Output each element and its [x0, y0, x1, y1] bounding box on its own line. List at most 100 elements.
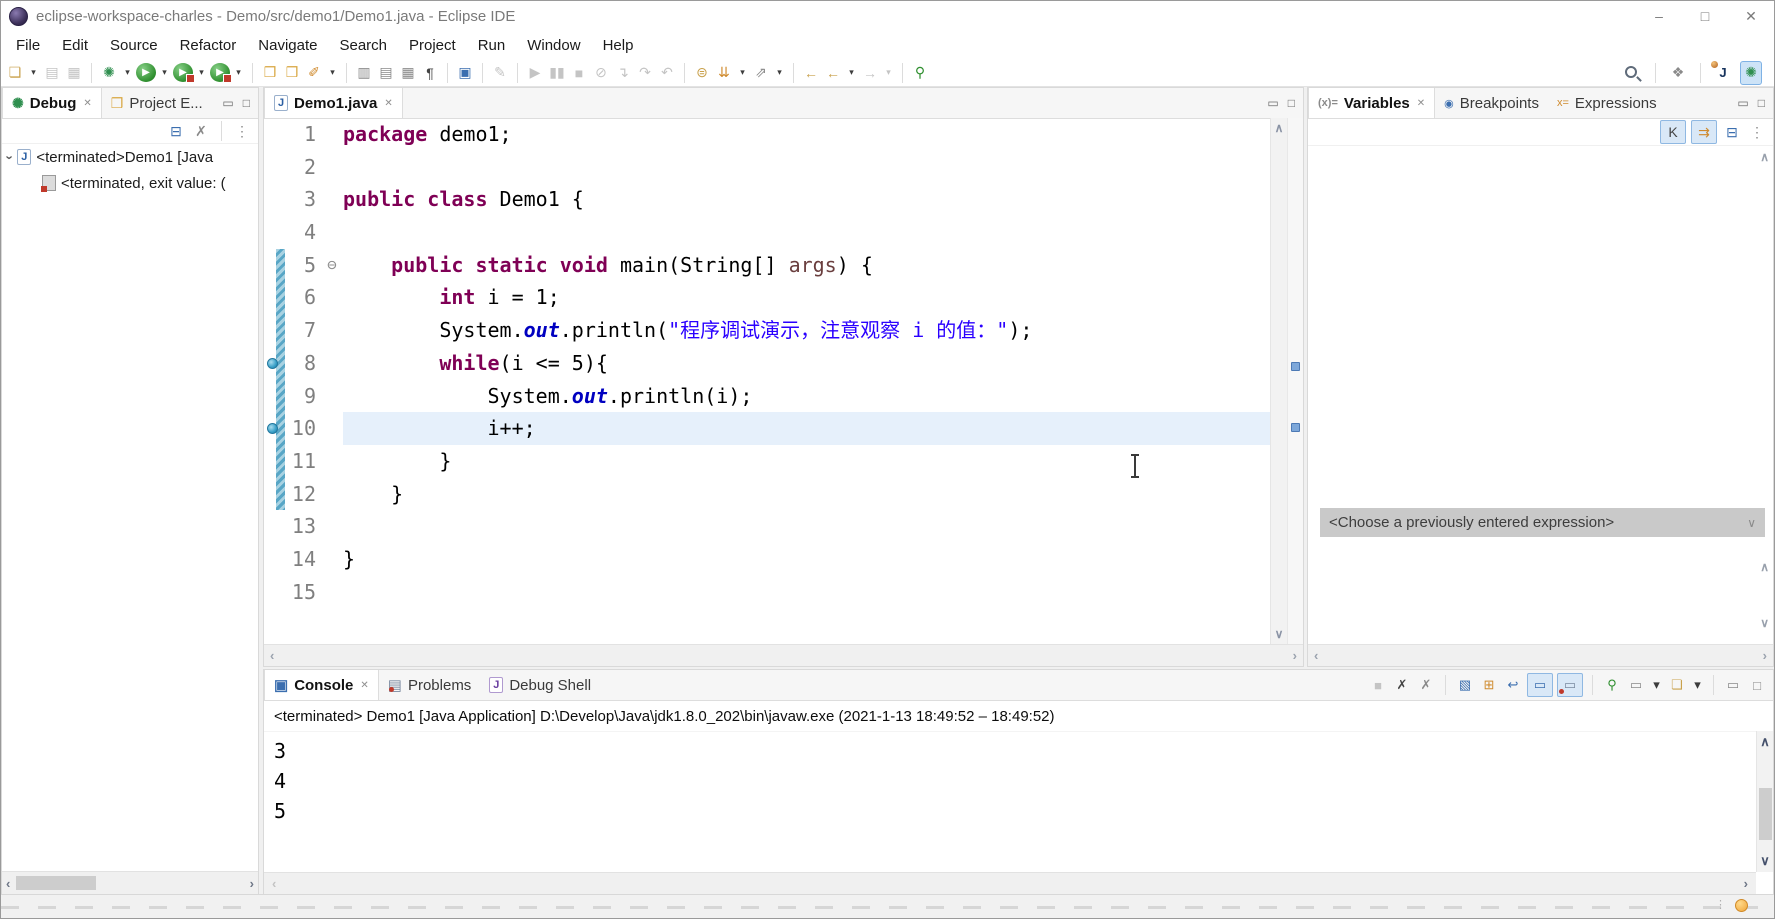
minimize-button[interactable]: –: [1636, 1, 1682, 31]
code-line-1[interactable]: 1package demo1;: [264, 118, 1270, 151]
show-on-stdout-icon[interactable]: ▭: [1527, 673, 1553, 697]
skip-breakpoints-icon[interactable]: ⊜: [692, 62, 712, 84]
close-icon[interactable]: ✕: [360, 680, 368, 691]
scroll-down-icon[interactable]: ∨: [1760, 616, 1769, 630]
scroll-right-icon[interactable]: ›: [250, 876, 254, 891]
breakpoint-ruler-cell[interactable]: [264, 358, 280, 369]
console-hscrollbar[interactable]: ‹ ›: [264, 872, 1756, 894]
code-text[interactable]: public static void main(String[] args) {: [343, 249, 1270, 282]
search-dropdown-icon[interactable]: ▾: [326, 62, 339, 84]
code-line-12[interactable]: 12 }: [264, 478, 1270, 511]
scrollbar-thumb[interactable]: [1759, 788, 1772, 840]
maximize-console-icon[interactable]: □: [1747, 674, 1767, 696]
display-console-icon[interactable]: ▭: [1626, 674, 1646, 696]
open-console-icon[interactable]: ❏: [1667, 674, 1687, 696]
step-filters-dropdown-icon[interactable]: ▾: [736, 62, 749, 84]
menu-source[interactable]: Source: [99, 31, 169, 59]
remove-all-terminated-icon[interactable]: ✗: [191, 120, 211, 142]
back-dropdown-icon[interactable]: ▾: [845, 62, 858, 84]
breakpoint-icon[interactable]: [267, 423, 278, 434]
resume-icon[interactable]: ▶: [525, 62, 545, 84]
code-line-5[interactable]: 5⊖ public static void main(String[] args…: [264, 249, 1270, 282]
new-task-icon[interactable]: ▥: [354, 62, 374, 84]
clear-console-icon[interactable]: ▧: [1455, 674, 1475, 696]
code-text[interactable]: }: [343, 543, 1270, 576]
tab-debug[interactable]: ✺ Debug ✕: [2, 88, 102, 118]
show-on-stderr-icon[interactable]: ▭: [1557, 673, 1583, 697]
scroll-up-icon[interactable]: ∧: [1760, 560, 1769, 574]
variables-hscrollbar[interactable]: ‹ ›: [1308, 644, 1773, 666]
menu-help[interactable]: Help: [592, 31, 645, 59]
code-line-8[interactable]: 8 while(i <= 5){: [264, 347, 1270, 380]
step-filters-icon[interactable]: ⇊: [714, 62, 734, 84]
tab-problems[interactable]: ▤ Problems: [379, 670, 481, 700]
step-return-icon[interactable]: ↶: [657, 62, 677, 84]
scroll-right-icon[interactable]: ›: [1744, 876, 1748, 891]
code-line-11[interactable]: 11 }: [264, 445, 1270, 478]
minimize-panel-icon[interactable]: ▭: [222, 96, 233, 110]
external-tools-icon[interactable]: ▶: [210, 63, 230, 82]
tab-project-explorer[interactable]: ❒ Project E...: [102, 88, 212, 118]
external-tools-dropdown-icon[interactable]: ▾: [232, 62, 245, 84]
scrollbar-thumb[interactable]: [16, 876, 96, 890]
search-icon[interactable]: [1623, 64, 1643, 81]
menu-file[interactable]: File: [5, 31, 51, 59]
close-icon[interactable]: ✕: [83, 98, 91, 109]
run-icon[interactable]: ▶: [136, 63, 156, 82]
breakpoint-ruler-cell[interactable]: [264, 423, 280, 434]
menu-window[interactable]: Window: [516, 31, 591, 59]
menu-navigate[interactable]: Navigate: [247, 31, 328, 59]
back-icon[interactable]: ←: [823, 62, 843, 84]
profile-dropdown-icon[interactable]: ▾: [773, 62, 786, 84]
debug-panel-hscrollbar[interactable]: ‹ ›: [2, 871, 258, 894]
minimize-panel-icon[interactable]: ▭: [1737, 96, 1748, 110]
maximize-panel-icon[interactable]: □: [1758, 96, 1765, 110]
open-perspective-icon[interactable]: ❖: [1668, 62, 1688, 84]
code-line-14[interactable]: 14}: [264, 543, 1270, 576]
disconnect-icon[interactable]: ⊘: [591, 62, 611, 84]
console-output[interactable]: 3 4 5: [264, 731, 1756, 872]
tab-debug-shell[interactable]: J Debug Shell: [480, 670, 600, 700]
profile-icon[interactable]: ⇗: [751, 62, 771, 84]
scroll-down-icon[interactable]: ∨: [1275, 627, 1284, 641]
code-text[interactable]: package demo1;: [343, 118, 1270, 151]
code-text[interactable]: System.out.println(i);: [343, 380, 1270, 413]
tab-breakpoints[interactable]: ◉ Breakpoints: [1435, 88, 1548, 118]
scroll-left-icon[interactable]: ‹: [270, 648, 274, 663]
scroll-right-icon[interactable]: ›: [1763, 648, 1767, 663]
coverage-dropdown-icon[interactable]: ▾: [195, 62, 208, 84]
forward-dropdown-icon[interactable]: ▾: [882, 62, 895, 84]
code-area[interactable]: 1package demo1;23public class Demo1 {45⊖…: [264, 118, 1270, 644]
forward-icon[interactable]: →: [860, 62, 880, 84]
tab-demo1-java[interactable]: J Demo1.java ✕: [264, 88, 403, 118]
expression-combo[interactable]: <Choose a previously entered expression>…: [1320, 508, 1765, 537]
code-line-2[interactable]: 2: [264, 151, 1270, 184]
minimize-console-icon[interactable]: ▭: [1723, 674, 1743, 696]
tab-variables[interactable]: (x)= Variables ✕: [1308, 88, 1435, 118]
code-text[interactable]: public class Demo1 {: [343, 183, 1270, 216]
step-into-icon[interactable]: ↴: [613, 62, 633, 84]
editor-vscrollbar[interactable]: ∧ ∨: [1270, 118, 1287, 644]
breakpoint-overview-mark[interactable]: [1291, 423, 1300, 432]
scroll-left-icon[interactable]: ‹: [1314, 648, 1318, 663]
annotations-icon[interactable]: ▤: [376, 62, 396, 84]
save-all-icon[interactable]: ▦: [64, 62, 84, 84]
open-resource-icon[interactable]: ❒: [282, 62, 302, 84]
view-menu-icon[interactable]: ⋮: [232, 120, 252, 142]
scroll-left-icon[interactable]: ‹: [6, 876, 10, 891]
code-text[interactable]: while(i <= 5){: [343, 347, 1270, 380]
code-text[interactable]: }: [343, 478, 1270, 511]
pin-console-icon[interactable]: ⚲: [1602, 674, 1622, 696]
scroll-down-icon[interactable]: ∨: [1760, 853, 1770, 869]
scroll-up-icon[interactable]: ∧: [1760, 734, 1770, 750]
code-line-4[interactable]: 4: [264, 216, 1270, 249]
scroll-up-icon[interactable]: ∧: [1275, 121, 1284, 135]
show-logical-structures-icon[interactable]: ⇉: [1691, 120, 1717, 144]
properties-icon[interactable]: ▦: [398, 62, 418, 84]
close-icon[interactable]: ✕: [1417, 98, 1425, 109]
fold-collapse-icon[interactable]: ⊖: [321, 249, 343, 282]
suspend-icon[interactable]: ▮▮: [547, 62, 567, 84]
collapse-all-icon[interactable]: ⊟: [166, 120, 186, 142]
menu-run[interactable]: Run: [467, 31, 517, 59]
terminate-icon[interactable]: ■: [569, 62, 589, 84]
